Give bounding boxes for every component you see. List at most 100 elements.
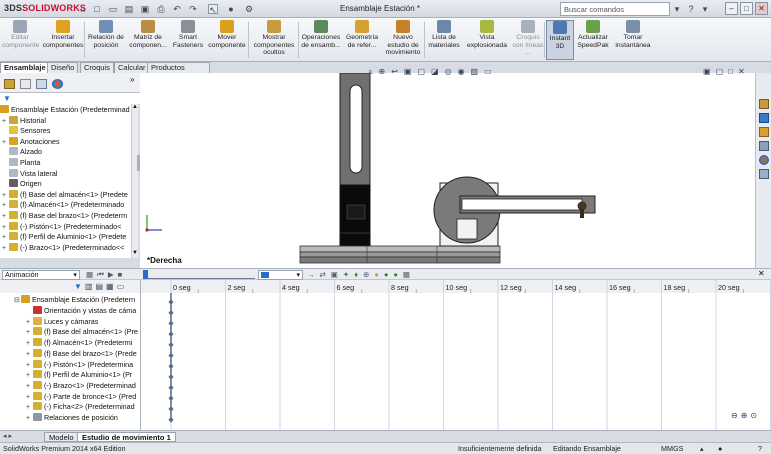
view-palette-icon[interactable] — [759, 141, 769, 151]
zoom-fit-icon[interactable]: ⊙ — [750, 411, 757, 420]
results-plots-icon[interactable]: ▦ — [403, 270, 410, 279]
select-arrow-icon[interactable]: ↖ — [208, 4, 218, 15]
ribbon-button-2[interactable]: Relación de posición — [88, 20, 124, 60]
loop-icon[interactable]: ⇄ — [320, 270, 326, 279]
display-style-icon[interactable]: ◪ — [431, 67, 439, 77]
search-dropdown-icon[interactable]: ▾ — [672, 4, 682, 14]
expand-toggle-icon[interactable]: + — [2, 212, 9, 222]
resources-icon[interactable] — [759, 99, 769, 109]
expand-toggle-icon[interactable]: + — [2, 201, 9, 211]
motion-tree-item[interactable]: + Luces y cámaras — [26, 316, 98, 328]
filter-animated-icon[interactable]: ▼ — [74, 282, 82, 291]
playback-mode-icon[interactable]: → — [307, 270, 315, 279]
undo-icon[interactable]: ↶ — [172, 4, 182, 14]
expand-toggle-icon[interactable]: + — [26, 371, 33, 381]
ribbon-button-7[interactable]: Operaciones de ensamb... — [300, 20, 342, 60]
tree-scrollbar[interactable]: ▲ ▼ — [131, 104, 138, 258]
stop-icon[interactable]: ■ — [118, 270, 123, 280]
filter-selected-icon[interactable]: ▤ — [95, 282, 103, 291]
new-document-icon[interactable]: □ — [92, 4, 102, 14]
restore-button[interactable]: □ — [740, 2, 753, 15]
viewport-tile-icon[interactable]: ▢ — [716, 67, 724, 76]
motion-panel-close-icon[interactable]: ✕ — [758, 269, 765, 278]
expand-toggle-icon[interactable]: + — [2, 233, 9, 243]
expand-toggle-icon[interactable]: + — [26, 382, 33, 392]
motion-tree-item[interactable]: + Relaciones de posición — [26, 413, 118, 424]
tab-ensamblaje[interactable]: Ensamblaje — [0, 62, 50, 73]
ribbon-button-1[interactable]: Insertar componentes — [40, 20, 86, 60]
expand-toggle-icon[interactable]: + — [2, 191, 9, 201]
viewport-maximize-icon[interactable]: □ — [728, 67, 733, 76]
expand-toggle-icon[interactable]: + — [26, 350, 33, 360]
tab-productos-office[interactable]: Productos Office — [147, 62, 210, 82]
display-manager-tab-icon[interactable] — [52, 79, 63, 89]
tree-item[interactable]: + (-) Brazo<1> (Predeterminado<< — [2, 242, 124, 254]
autokey-icon[interactable]: ♦ — [354, 270, 358, 279]
filter-driving-icon[interactable]: ▥ — [85, 282, 93, 291]
expand-toggle-icon[interactable]: + — [2, 117, 9, 127]
tree-item[interactable]: + Historial — [2, 115, 46, 127]
units-dropdown-icon[interactable]: ▴ — [700, 443, 704, 454]
expand-toggle-icon[interactable]: + — [2, 138, 9, 148]
custom-properties-icon[interactable] — [759, 169, 769, 179]
file-explorer-icon[interactable] — [759, 127, 769, 137]
motion-tree-item[interactable]: Orientación y vistas de cáma — [26, 306, 136, 317]
apply-scene-icon[interactable]: ▨ — [471, 67, 479, 77]
tree-item[interactable]: Alzado — [2, 147, 42, 158]
timeline-area[interactable]: 0 seg 2 seg 4 seg 6 seg 8 seg 10 seg 12 seg 14 … — [140, 280, 771, 430]
filter-icon[interactable]: ▼ — [3, 94, 11, 103]
motion-tree-item[interactable]: + (-) Parte de bronce<1> (Pred — [26, 391, 136, 403]
motion-tree-item[interactable]: + (-) Pistón<1> (Predetermina — [26, 359, 133, 371]
key-point[interactable] — [168, 406, 174, 412]
print-icon[interactable]: ▤ — [124, 4, 134, 14]
key-point[interactable] — [168, 320, 174, 327]
design-library-icon[interactable] — [759, 113, 769, 123]
tab-croquis[interactable]: Croquis — [80, 62, 114, 73]
add-key-icon[interactable]: ⊕ — [363, 270, 369, 279]
tree-item[interactable]: Origen — [2, 179, 42, 190]
tree-item[interactable]: + Anotaciones — [2, 136, 60, 148]
ribbon-button-9[interactable]: Nuevo estudio de movimiento — [382, 20, 424, 60]
panel-expand-icon[interactable]: » — [130, 75, 134, 84]
previous-view-icon[interactable]: ↩ — [391, 67, 398, 77]
key-point[interactable] — [168, 309, 174, 316]
options-gear-icon[interactable]: ⚙ — [244, 4, 254, 14]
section-view-icon[interactable]: ▣ — [404, 67, 412, 77]
ribbon-button-8[interactable]: Geometría de refer... — [344, 20, 380, 60]
key-point[interactable] — [168, 384, 174, 391]
motion-tree-item[interactable]: + (-) Brazo<1> (Predeterminad — [26, 380, 136, 392]
redo-icon[interactable]: ↷ — [188, 4, 198, 14]
tree-item[interactable]: + (f) Perfil de Aluminio<1> (Predete — [2, 232, 126, 243]
viewport-restore-icon[interactable]: ▣ — [703, 67, 711, 76]
close-button[interactable]: ✕ — [755, 2, 768, 15]
hide-show-items-icon[interactable]: ◎ — [445, 67, 452, 77]
app-logo[interactable]: 3DSSOLIDWORKS — [4, 3, 86, 13]
ribbon-button-6[interactable]: Mostrar componentes ocultos — [250, 20, 298, 60]
help-status-icon[interactable]: ? — [758, 443, 762, 454]
ribbon-button-13[interactable]: Instant 3D — [546, 20, 574, 60]
tab-scroll-icon[interactable]: ◂ ▸ — [3, 432, 12, 440]
study-type-select[interactable]: Animación ▾ — [2, 270, 80, 280]
feature-manager-tab-icon[interactable] — [4, 79, 15, 89]
filter-results-icon[interactable]: ▦ — [106, 282, 114, 291]
save-icon[interactable]: ▣ — [140, 4, 150, 14]
motion-tree-root[interactable]: ⊟ Ensamblaje Estación (Predetern — [14, 295, 135, 306]
minimize-button[interactable]: – — [725, 2, 738, 15]
help-dropdown-icon[interactable]: ▾ — [700, 4, 710, 14]
expand-toggle-icon[interactable]: + — [26, 414, 33, 424]
property-manager-tab-icon[interactable] — [20, 79, 31, 89]
ribbon-button-14[interactable]: Actualizar SpeedPak — [576, 20, 610, 60]
print-preview-icon[interactable]: ⎙ — [156, 4, 166, 14]
zoom-area-icon[interactable]: ⊕ — [378, 67, 385, 77]
zoom-in-icon[interactable]: ⊕ — [741, 411, 748, 420]
viewport-close-icon[interactable]: ✕ — [738, 67, 745, 76]
motion-tree-item[interactable]: + (-) Ficha<2> (Predeterminad — [26, 402, 135, 413]
ribbon-button-0[interactable]: Editar componente — [2, 20, 39, 60]
tree-item[interactable]: + (-) Pistón<1> (Predeterminado< — [2, 221, 121, 233]
key-point[interactable] — [168, 331, 174, 338]
calculate-icon[interactable]: ▦ — [86, 270, 93, 280]
gravity-icon[interactable]: ● — [393, 270, 398, 279]
expand-toggle-icon[interactable]: + — [26, 328, 33, 338]
expand-toggle-icon[interactable]: + — [26, 339, 33, 349]
motion-tree-item[interactable]: + (f) Base del almacén<1> (Pre — [26, 327, 138, 338]
